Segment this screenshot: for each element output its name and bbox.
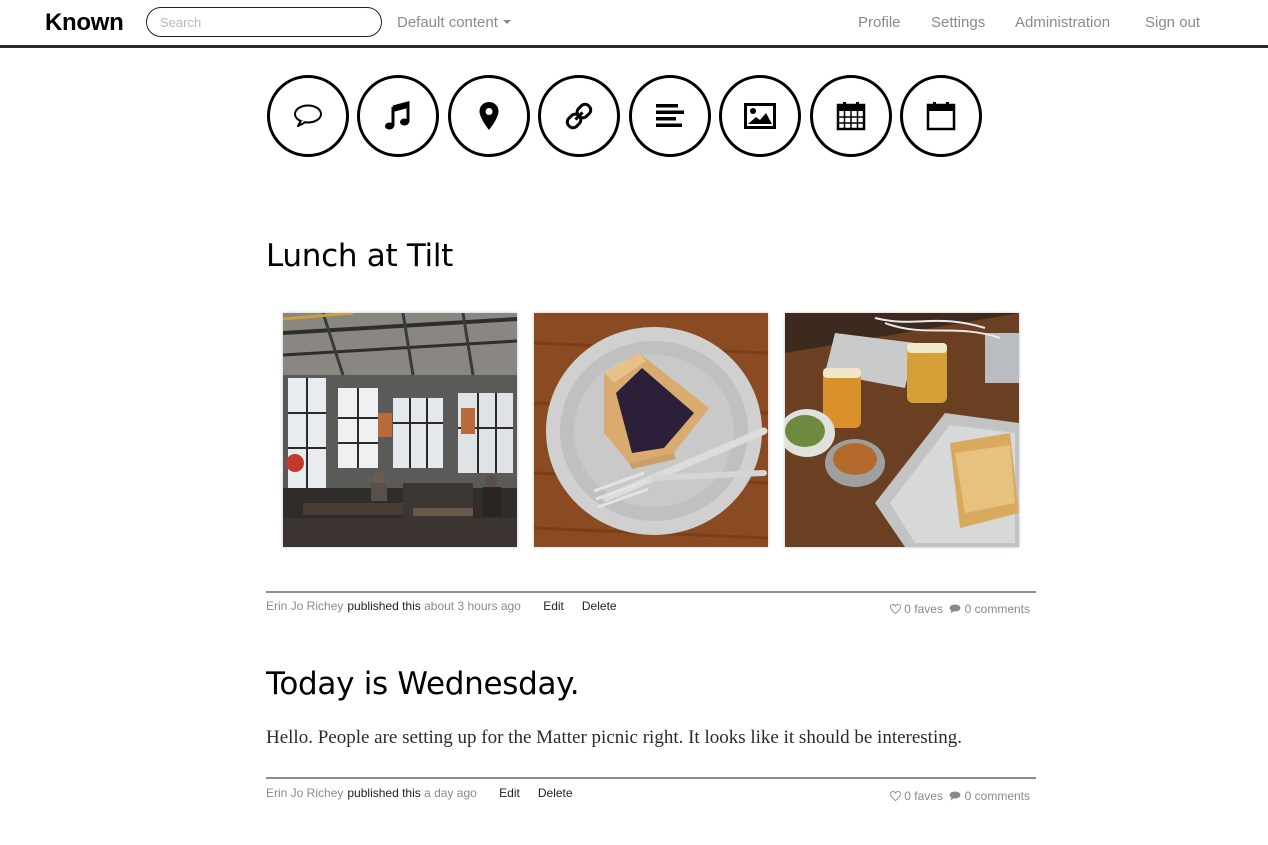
delete-button[interactable]: Delete: [582, 599, 617, 613]
link-icon: [565, 102, 593, 130]
nav-sign-out-link[interactable]: Sign out: [1145, 14, 1200, 31]
post-divider: [266, 777, 1036, 779]
comments-count[interactable]: 0 comments: [965, 789, 1030, 803]
published-label: published this: [347, 599, 421, 613]
post-divider: [266, 591, 1036, 593]
post-title[interactable]: Today is Wednesday.: [266, 666, 580, 702]
edit-button[interactable]: Edit: [543, 599, 564, 613]
photo-button[interactable]: [719, 75, 801, 157]
music-icon: [385, 101, 410, 130]
comments-count[interactable]: 0 comments: [965, 602, 1030, 616]
post-author-link[interactable]: Erin Jo Richey: [266, 786, 343, 800]
post-text-button[interactable]: [629, 75, 711, 157]
music-button[interactable]: [357, 75, 439, 157]
delete-button[interactable]: Delete: [538, 786, 573, 800]
post-type-buttons: [267, 75, 987, 159]
event-button[interactable]: [810, 75, 892, 157]
published-label: published this: [347, 786, 421, 800]
comment-icon: [949, 604, 961, 614]
post-author-link[interactable]: Erin Jo Richey: [266, 599, 343, 613]
rsvp-icon: [926, 102, 956, 131]
post-text-icon: [656, 104, 684, 127]
post-meta: Erin Jo Richey published this about 3 hou…: [266, 599, 1036, 617]
edit-button[interactable]: Edit: [499, 786, 520, 800]
nav-profile-link[interactable]: Profile: [858, 14, 901, 31]
location-pin-icon: [479, 102, 499, 130]
post-meta: Erin Jo Richey published this a day ago E…: [266, 786, 1036, 804]
faves-count[interactable]: 0 faves: [904, 789, 943, 803]
status-update-icon: [294, 104, 322, 127]
location-button[interactable]: [448, 75, 530, 157]
nav-links: Profile Settings Administration Sign out: [0, 14, 1268, 34]
post-stats: 0 faves 0 comments: [889, 788, 1030, 803]
link-button[interactable]: [538, 75, 620, 157]
nav-settings-link[interactable]: Settings: [931, 14, 985, 31]
comment-icon: [949, 791, 961, 801]
restaurant-interior-photo[interactable]: [283, 313, 517, 547]
post-stats: 0 faves 0 comments: [889, 601, 1030, 616]
status-update-button[interactable]: [267, 75, 349, 157]
heart-icon[interactable]: [889, 603, 901, 614]
post-body: Hello. People are setting up for the Mat…: [266, 727, 962, 748]
top-navbar: Known Default content Profile Settings A…: [0, 0, 1268, 48]
nav-administration-link[interactable]: Administration: [1015, 14, 1110, 31]
post-time-link[interactable]: about 3 hours ago: [424, 599, 521, 613]
blueberry-pie-photo[interactable]: [534, 313, 768, 547]
rsvp-button[interactable]: [900, 75, 982, 157]
heart-icon[interactable]: [889, 790, 901, 801]
event-icon: [836, 102, 866, 131]
post-title[interactable]: Lunch at Tilt: [266, 238, 453, 274]
photo-icon: [744, 103, 776, 129]
faves-count[interactable]: 0 faves: [904, 602, 943, 616]
lunch-table-photo[interactable]: [785, 313, 1019, 547]
post-time-link[interactable]: a day ago: [424, 786, 477, 800]
